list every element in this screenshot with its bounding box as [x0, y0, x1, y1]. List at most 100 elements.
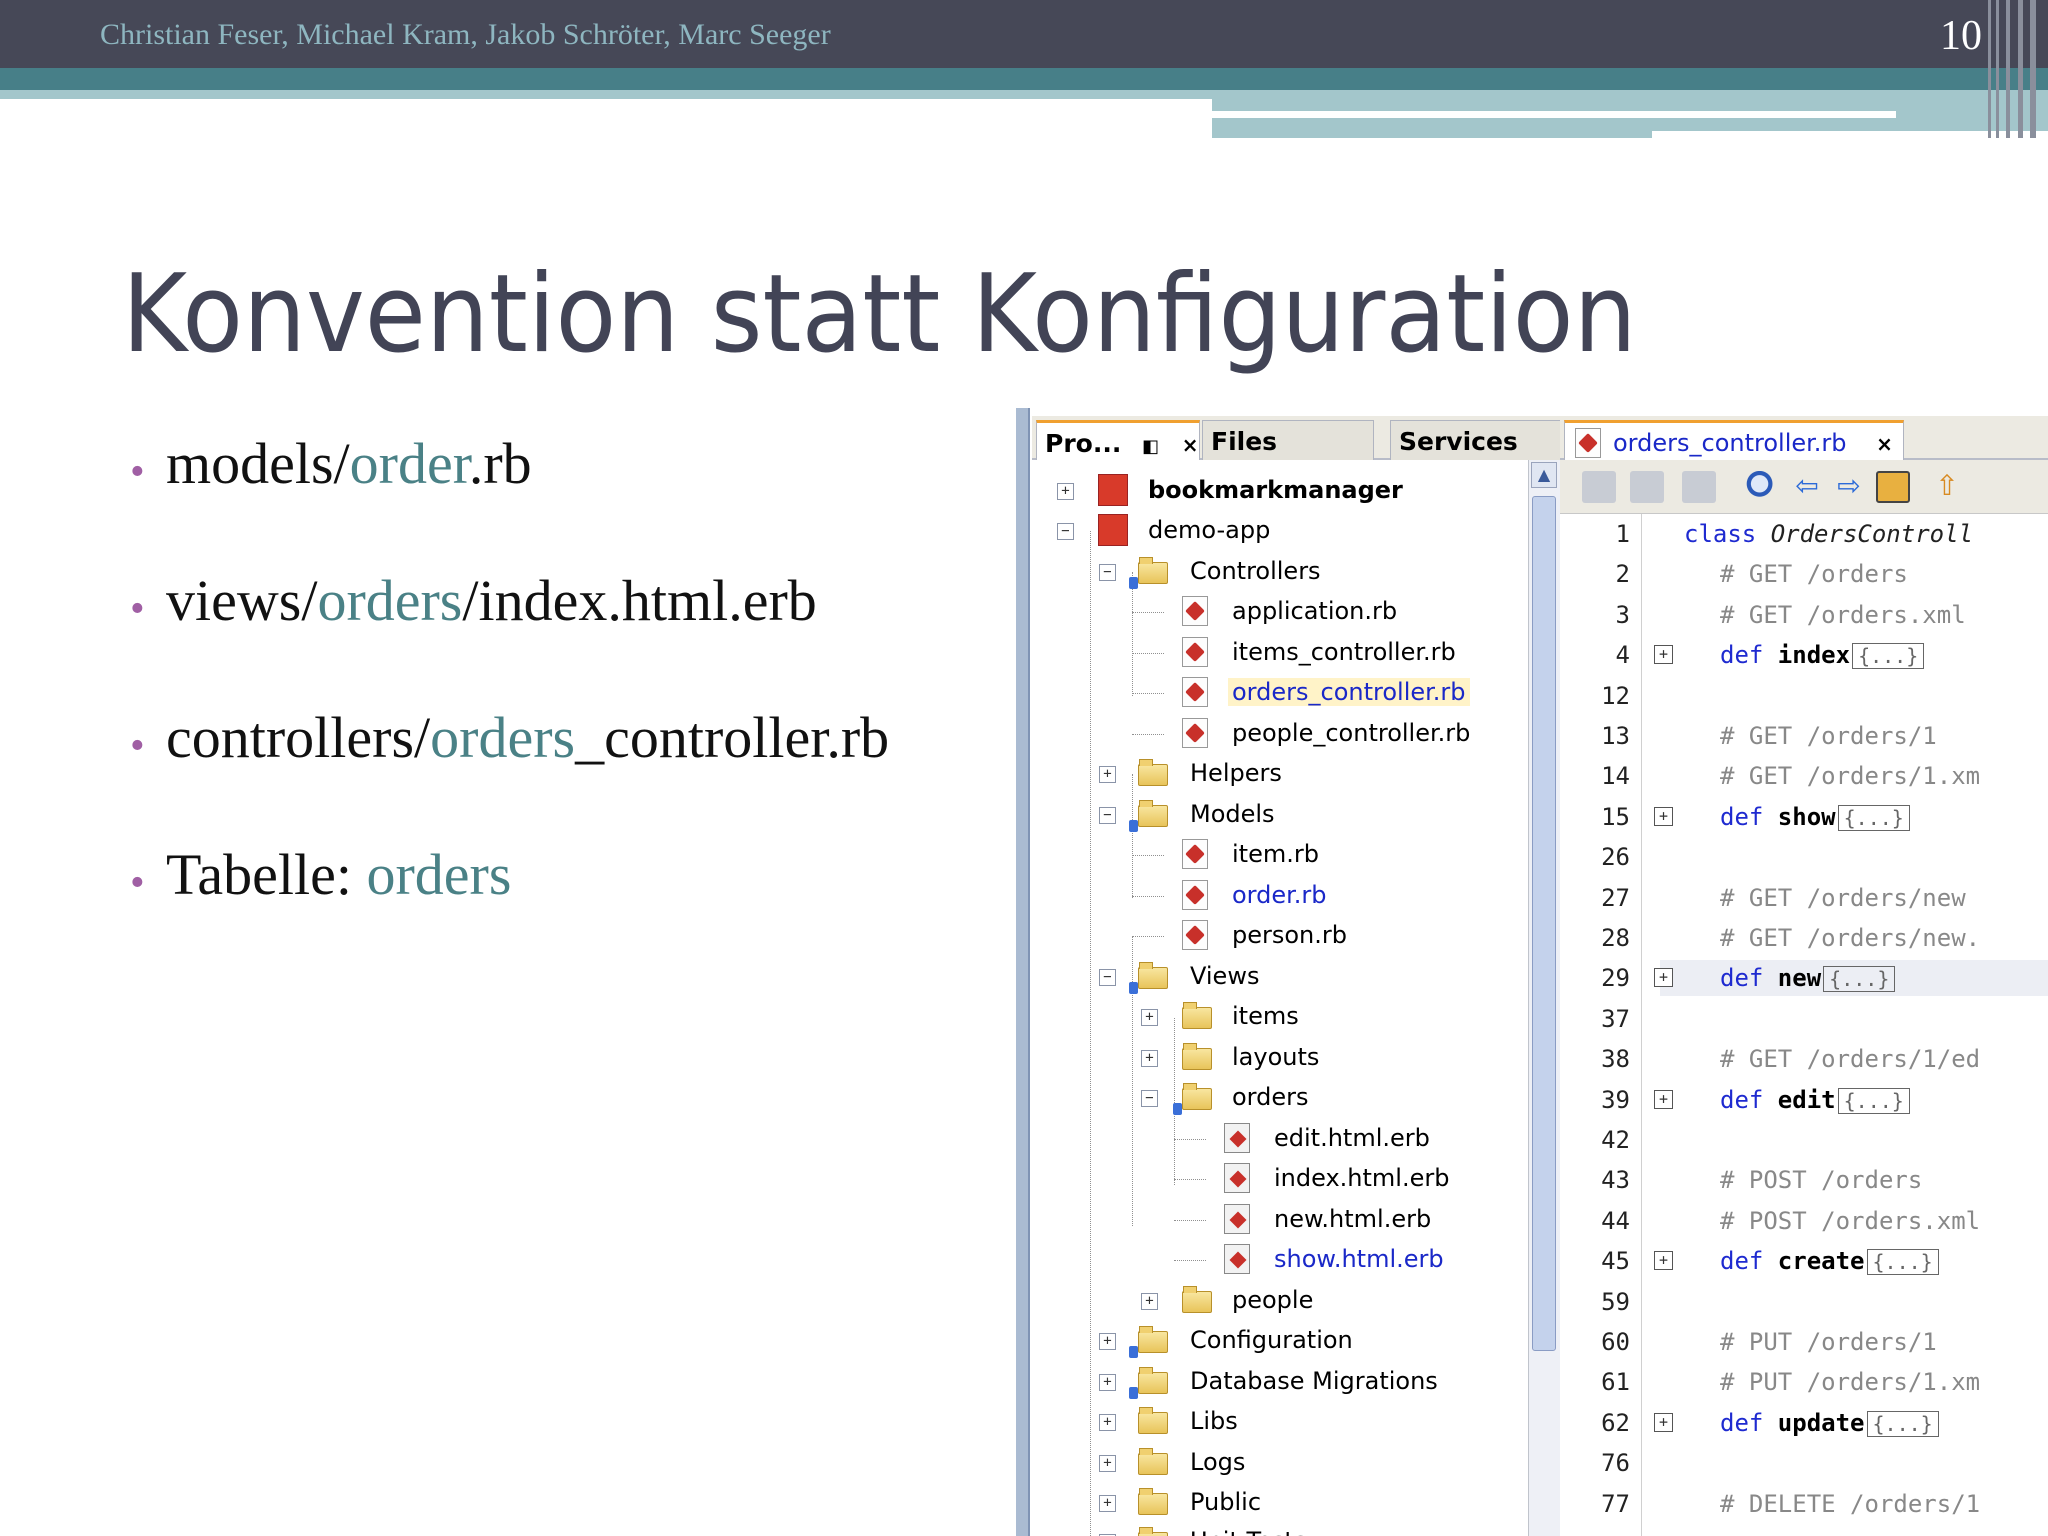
tree-item-order-rb[interactable]: order.rb	[1032, 876, 1532, 916]
tree-item-show-html-erb[interactable]: show.html.erb	[1032, 1240, 1532, 1280]
code-line[interactable]: 76	[1560, 1443, 2048, 1483]
collapsed-fold-marker[interactable]: {...}	[1866, 1249, 1939, 1276]
tree-item-new-html-erb[interactable]: new.html.erb	[1032, 1200, 1532, 1240]
collapse-icon[interactable]: −	[1057, 523, 1074, 540]
tree-item-people-controller-rb[interactable]: people_controller.rb	[1032, 714, 1532, 754]
scroll-up-icon[interactable]: ▲	[1531, 462, 1557, 488]
tab-projects[interactable]: Pro... ◧ ×	[1036, 420, 1200, 460]
fold-expand-icon[interactable]: +	[1654, 806, 1673, 826]
fold-expand-icon[interactable]: +	[1654, 645, 1673, 665]
code-line[interactable]: 39 + def edit {...}	[1560, 1080, 2048, 1120]
code-line[interactable]: 1 class OrdersControll	[1560, 514, 2048, 554]
code-line[interactable]: 3 # GET /orders.xml	[1560, 595, 2048, 635]
code-line[interactable]: 12	[1560, 676, 2048, 716]
expand-icon[interactable]: +	[1099, 1495, 1116, 1512]
collapse-icon[interactable]: −	[1141, 1090, 1158, 1107]
tree-item-people[interactable]: + people	[1032, 1281, 1532, 1321]
expand-icon[interactable]: +	[1141, 1050, 1158, 1067]
last-edit-icon[interactable]	[1630, 471, 1664, 503]
fold-expand-icon[interactable]: +	[1654, 1089, 1673, 1109]
code-line[interactable]: 77 # DELETE /orders/1	[1560, 1484, 2048, 1524]
code-line[interactable]: 62 + def update {...}	[1560, 1403, 2048, 1443]
tree-item-orders[interactable]: − orders	[1032, 1078, 1532, 1118]
expand-icon[interactable]: +	[1099, 766, 1116, 783]
tab-services[interactable]: Services	[1390, 420, 1562, 460]
tree-item-items-controller-rb[interactable]: items_controller.rb	[1032, 633, 1532, 673]
tree-item-configuration[interactable]: + Configuration	[1032, 1321, 1532, 1361]
code-line[interactable]: 45 + def create {...}	[1560, 1241, 2048, 1281]
code-line[interactable]: 42	[1560, 1120, 2048, 1160]
shift-left-icon[interactable]: ⇧	[1930, 471, 1964, 503]
expand-icon[interactable]: +	[1099, 1414, 1116, 1431]
tree-item-item-rb[interactable]: item.rb	[1032, 835, 1532, 875]
code-line[interactable]: 37	[1560, 999, 2048, 1039]
code-line[interactable]: 44 # POST /orders.xml	[1560, 1201, 2048, 1241]
tree-item-layouts[interactable]: + layouts	[1032, 1038, 1532, 1078]
code-line[interactable]: 59	[1560, 1282, 2048, 1322]
tree-item-bookmarkmanager[interactable]: + bookmarkmanager	[1032, 471, 1532, 511]
code-line[interactable]: 26	[1560, 837, 2048, 877]
tree-item-demo-app[interactable]: − demo-app	[1032, 511, 1532, 551]
code-line[interactable]: 14 # GET /orders/1.xm	[1560, 756, 2048, 796]
tree-item-application-rb[interactable]: application.rb	[1032, 592, 1532, 632]
collapsed-fold-marker[interactable]: {...}	[1837, 804, 1910, 831]
expand-icon[interactable]: +	[1099, 1455, 1116, 1472]
minimize-icon[interactable]: ◧	[1142, 436, 1159, 457]
tree-item-index-html-erb[interactable]: index.html.erb	[1032, 1159, 1532, 1199]
tree-scrollbar[interactable]: ▲	[1528, 460, 1560, 1536]
fold-expand-icon[interactable]: +	[1654, 1412, 1673, 1432]
collapsed-fold-marker[interactable]: {...}	[1852, 643, 1925, 670]
find-next-icon[interactable]: ⇨	[1832, 471, 1866, 503]
tree-item-controllers[interactable]: − Controllers	[1032, 552, 1532, 592]
expand-icon[interactable]: +	[1099, 1333, 1116, 1350]
code-line[interactable]: 13 # GET /orders/1	[1560, 716, 2048, 756]
expand-icon[interactable]: +	[1141, 1293, 1158, 1310]
tab-orders-controller[interactable]: orders_controller.rb ×	[1564, 420, 1904, 460]
collapsed-fold-marker[interactable]: {...}	[1823, 966, 1896, 993]
forward-icon[interactable]	[1682, 471, 1716, 503]
code-line[interactable]: 27 # GET /orders/new	[1560, 878, 2048, 918]
collapse-icon[interactable]: −	[1099, 969, 1116, 986]
collapse-icon[interactable]: −	[1099, 564, 1116, 581]
collapsed-fold-marker[interactable]: {...}	[1866, 1410, 1939, 1437]
tree-item-libs[interactable]: + Libs	[1032, 1402, 1532, 1442]
tree-item-helpers[interactable]: + Helpers	[1032, 754, 1532, 794]
tree-item-logs[interactable]: + Logs	[1032, 1443, 1532, 1483]
code-line[interactable]: 29 + def new {...}	[1560, 958, 2048, 998]
tree-item-public[interactable]: + Public	[1032, 1483, 1532, 1523]
code-line[interactable]: 15 + def show {...}	[1560, 797, 2048, 837]
find-icon[interactable]	[1746, 471, 1780, 503]
code-text: def show {...}	[1720, 803, 1910, 831]
fold-expand-icon[interactable]: +	[1654, 1251, 1673, 1271]
find-previous-icon[interactable]: ⇦	[1790, 471, 1824, 503]
tree-item-views[interactable]: − Views	[1032, 957, 1532, 997]
fold-expand-icon[interactable]: +	[1654, 968, 1673, 988]
close-icon[interactable]: ×	[1876, 432, 1893, 456]
close-icon[interactable]: ×	[1182, 433, 1199, 457]
tree-item-orders-controller-rb[interactable]: orders_controller.rb	[1032, 673, 1532, 713]
collapsed-fold-marker[interactable]: {...}	[1837, 1087, 1910, 1114]
code-line[interactable]: 43 # POST /orders	[1560, 1160, 2048, 1200]
tree-item-models[interactable]: − Models	[1032, 795, 1532, 835]
tree-item-edit-html-erb[interactable]: edit.html.erb	[1032, 1119, 1532, 1159]
tree-item-items[interactable]: + items	[1032, 997, 1532, 1037]
scroll-thumb[interactable]	[1532, 496, 1556, 1351]
folder-icon	[1138, 1448, 1168, 1475]
tab-files[interactable]: Files	[1202, 420, 1374, 460]
tree-item-person-rb[interactable]: person.rb	[1032, 916, 1532, 956]
code-line[interactable]: 28 # GET /orders/new.	[1560, 918, 2048, 958]
expand-icon[interactable]: +	[1141, 1009, 1158, 1026]
code-line[interactable]: 60 # PUT /orders/1	[1560, 1322, 2048, 1362]
collapse-icon[interactable]: −	[1099, 807, 1116, 824]
toggle-highlight-icon[interactable]	[1876, 471, 1910, 503]
expand-icon[interactable]: +	[1099, 1374, 1116, 1391]
code-line[interactable]: 61 # PUT /orders/1.xm	[1560, 1362, 2048, 1402]
tree-item-unit-tests[interactable]: + Unit Tests	[1032, 1522, 1532, 1536]
bullet-highlight: orders	[317, 568, 463, 633]
code-line[interactable]: 2 # GET /orders	[1560, 554, 2048, 594]
expand-icon[interactable]: +	[1057, 483, 1074, 500]
code-line[interactable]: 38 # GET /orders/1/ed	[1560, 1039, 2048, 1079]
tree-item-database-migrations[interactable]: + Database Migrations	[1032, 1362, 1532, 1402]
back-history-icon[interactable]	[1582, 471, 1616, 503]
code-line[interactable]: 4 + def index {...}	[1560, 635, 2048, 675]
